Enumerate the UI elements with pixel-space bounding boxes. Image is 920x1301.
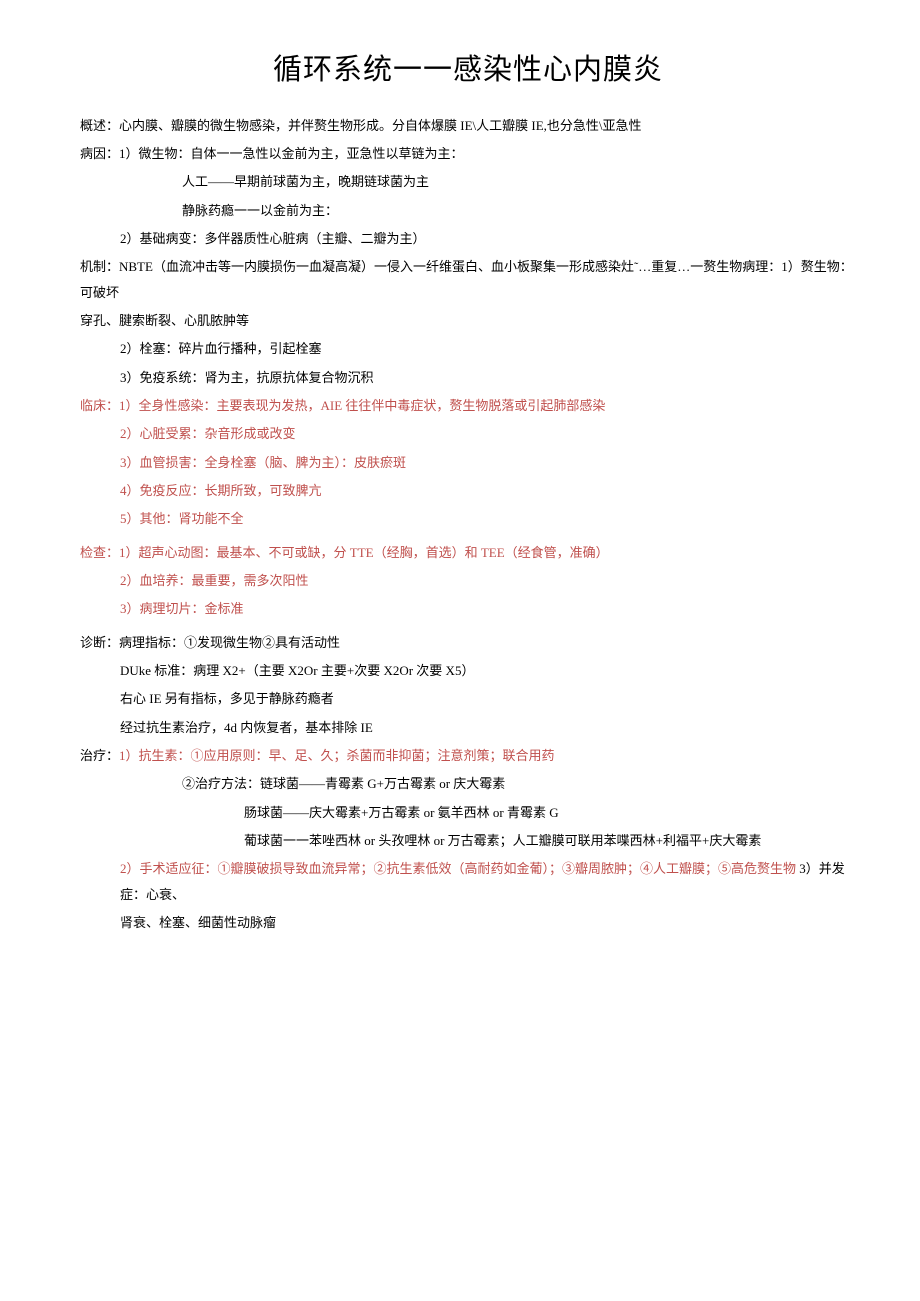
text-line: 3）免疫系统：肾为主，抗原抗体复合物沉积 <box>80 365 856 390</box>
text-line: 经过抗生素治疗，4d 内恢复者，基本排除 IE <box>80 715 856 740</box>
text-line: 肾衰、栓塞、细菌性动脉瘤 <box>80 910 856 935</box>
text-line: 4）免疫反应：长期所致，可致脾亢 <box>80 478 856 503</box>
text-line: 机制：NBTE（血流冲击等一内膜损伤一血凝高凝）一侵入一纤维蛋白、血小板聚集一形… <box>80 254 856 305</box>
text-line: 2）血培养：最重要，需多次阳性 <box>80 568 856 593</box>
text-line: 临床：1）全身性感染：主要表现为发热，AIE 往往伴中毒症状，赘生物脱落或引起肺… <box>80 393 856 418</box>
text-line: 静脉药瘾一一以金前为主： <box>80 198 856 223</box>
text-line: 治疗：1）抗生素：①应用原则：早、足、久；杀菌而非抑菌；注意剂策；联合用药 <box>80 743 856 768</box>
text-line: 2）基础病变：多伴器质性心脏病（主瓣、二瓣为主） <box>80 226 856 251</box>
text-span: 1）抗生素：①应用原则：早、足、久；杀菌而非抑菌；注意剂策；联合用药 <box>119 748 555 763</box>
text-line: 2）手术适应征：①瓣膜破损导致血流异常；②抗生素低效（高耐药如金葡）；③瓣周脓肿… <box>80 856 856 907</box>
text-line: 病因：1）微生物：自体一一急性以金前为主，亚急性以草链为主： <box>80 141 856 166</box>
document-title: 循环系统一一感染性心内膜炎 <box>80 42 856 99</box>
text-line: 检查：1）超声心动图：最基本、不可或缺，分 TTE（经胸，首选）和 TEE（经食… <box>80 540 856 565</box>
text-span: 2）手术适应征：①瓣膜破损导致血流异常；②抗生素低效（高耐药如金葡）；③瓣周脓肿… <box>120 861 796 876</box>
text-line: 肠球菌——庆大霉素+万古霉素 or 氨羊西林 or 青霉素 G <box>80 800 856 825</box>
text-line: 5）其他：肾功能不全 <box>80 506 856 531</box>
text-line: 穿孔、腱索断裂、心肌脓肿等 <box>80 308 856 333</box>
text-line: 人工——早期前球菌为主，晚期链球菌为主 <box>80 169 856 194</box>
text-line: 概述：心内膜、瓣膜的微生物感染，并伴赘生物形成。分自体爆膜 IE\人工瓣膜 IE… <box>80 113 856 138</box>
text-line: 2）栓塞：碎片血行播种，引起栓塞 <box>80 336 856 361</box>
text-line: DUke 标准：病理 X2+（主要 X2Or 主要+次要 X2Or 次要 X5） <box>80 658 856 683</box>
text-line: 3）病理切片：金标准 <box>80 596 856 621</box>
text-line: 诊断：病理指标：①发现微生物②具有活动性 <box>80 630 856 655</box>
text-line: 2）心脏受累：杂音形成或改变 <box>80 421 856 446</box>
text-line: 右心 IE 另有指标，多见于静脉药瘾者 <box>80 686 856 711</box>
text-line: ②治疗方法：链球菌——青霉素 G+万古霉素 or 庆大霉素 <box>80 771 856 796</box>
text-span: 治疗： <box>80 748 119 763</box>
text-line: 葡球菌一一苯唑西林 or 头孜哩林 or 万古霉素；人工瓣膜可联用苯喋西林+利福… <box>80 828 856 853</box>
text-line: 3）血管损害：全身栓塞（脑、脾为主）：皮肤瘀斑 <box>80 450 856 475</box>
